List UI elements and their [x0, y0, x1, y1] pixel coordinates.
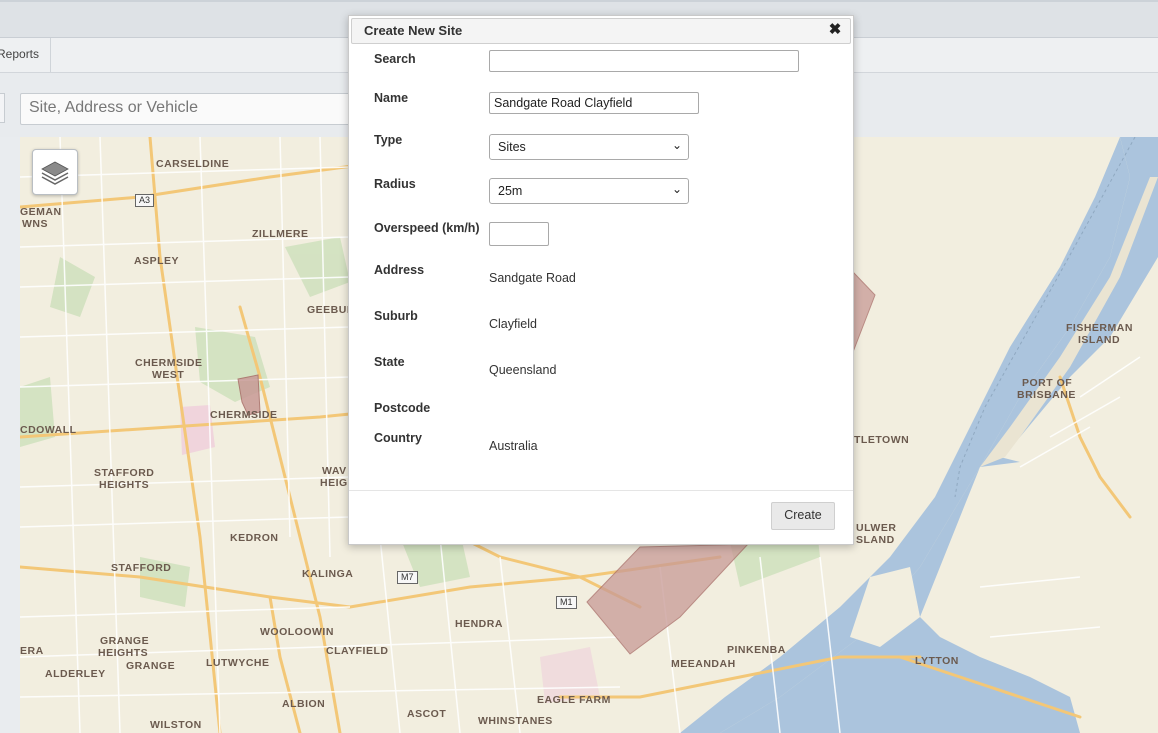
- road-shield-a3: A3: [135, 194, 155, 207]
- map-label-ascot: ASCOT: [407, 708, 447, 720]
- map-label-clayfield: CLAYFIELD: [326, 645, 389, 657]
- road-shield-m1: M1: [556, 596, 577, 609]
- map-label-wavell-2: HEIG: [320, 477, 348, 489]
- map-label-port-of-brisbane-2: BRISBANE: [1017, 389, 1076, 401]
- radius-label: Radius: [374, 177, 416, 191]
- map-label-grange-heights-1: GRANGE: [100, 635, 150, 647]
- map-label-mcdowall: CDOWALL: [20, 424, 77, 436]
- name-label: Name: [374, 91, 409, 105]
- map-label-geman-1: GEMAN: [20, 206, 62, 218]
- panel-left-edge: [0, 93, 5, 123]
- map-label-era: ERA: [20, 645, 44, 657]
- address-value: Sandgate Road: [489, 271, 576, 285]
- state-value: Queensland: [489, 363, 557, 377]
- map-label-stafford: STAFFORD: [111, 562, 172, 574]
- map-label-chermside-west-1: CHERMSIDE: [135, 357, 203, 369]
- map-label-lutwyche: LUTWYCHE: [206, 657, 270, 669]
- map-label-fisherman-island-2: ISLAND: [1078, 334, 1121, 346]
- map-label-carseldine: CARSELDINE: [156, 158, 230, 170]
- dialog-header[interactable]: Create New Site ✖: [351, 18, 851, 44]
- map-label-fisherman-island-1: FISHERMAN: [1066, 322, 1133, 334]
- name-field[interactable]: [489, 92, 699, 114]
- map-label-wilston: WILSTON: [150, 719, 202, 731]
- tab-reports-label: Reports: [0, 47, 40, 61]
- country-value: Australia: [489, 439, 538, 453]
- map-label-whinstanes: WHINSTANES: [478, 715, 553, 727]
- map-label-aspley: ASPLEY: [134, 255, 180, 267]
- map-label-chermside-west-2: WEST: [152, 369, 185, 381]
- type-label: Type: [374, 133, 403, 147]
- map-label-kalinga: KALINGA: [302, 568, 354, 580]
- map-label-port-of-brisbane-1: PORT OF: [1022, 377, 1073, 389]
- type-select-value: Sites: [498, 140, 526, 154]
- map-label-lytton: LYTTON: [915, 655, 959, 667]
- map-label-stafford-heights-1: STAFFORD: [94, 467, 155, 479]
- search-label: Search: [374, 52, 416, 66]
- map-label-eagle-farm: EAGLE FARM: [537, 694, 611, 706]
- map-label-zillmere: ZILLMERE: [252, 228, 309, 240]
- suburb-label: Suburb: [374, 309, 418, 323]
- chevron-down-icon: ⌄: [671, 182, 682, 196]
- map-label-grange: GRANGE: [126, 660, 176, 672]
- suburb-value: Clayfield: [489, 317, 537, 331]
- state-label: State: [374, 355, 405, 369]
- map-layers-button[interactable]: [32, 149, 78, 195]
- postcode-label: Postcode: [374, 401, 431, 415]
- overspeed-field[interactable]: [489, 222, 549, 246]
- top-bar-edge: [0, 0, 1158, 2]
- close-icon[interactable]: ✖: [828, 22, 842, 37]
- map-label-pinkenba: PINKENBA: [727, 644, 786, 656]
- map-label-myrtletown: TLETOWN: [854, 434, 910, 446]
- type-select[interactable]: Sites ⌄: [489, 134, 689, 160]
- map-label-bulwer-island-2: SLAND: [856, 534, 895, 546]
- dialog-title: Create New Site: [364, 23, 463, 38]
- tab-reports[interactable]: Reports: [0, 38, 51, 72]
- layers-icon: [41, 161, 69, 185]
- map-label-alderley: ALDERLEY: [45, 668, 106, 680]
- create-site-dialog: Create New Site ✖ Search Name Type Sites…: [348, 15, 854, 545]
- radius-select[interactable]: 25m ⌄: [489, 178, 689, 204]
- site-search-field[interactable]: [489, 50, 799, 72]
- address-label: Address: [374, 263, 425, 277]
- radius-select-value: 25m: [498, 184, 523, 198]
- chevron-down-icon: ⌄: [671, 138, 682, 152]
- road-shield-m7: M7: [397, 571, 418, 584]
- map-label-albion: ALBION: [282, 698, 326, 710]
- map-label-hendra: HENDRA: [455, 618, 503, 630]
- map-label-kedron: KEDRON: [230, 532, 279, 544]
- create-button[interactable]: Create: [771, 502, 835, 530]
- map-label-wooloowin: WOOLOOWIN: [260, 626, 334, 638]
- overspeed-label: Overspeed (km/h): [374, 221, 480, 235]
- map-label-grange-heights-2: HEIGHTS: [98, 647, 149, 659]
- map-label-geman-2: WNS: [22, 218, 48, 230]
- country-label: Country: [374, 431, 422, 445]
- map-label-chermside: CHERMSIDE: [210, 409, 278, 421]
- dialog-footer-divider: [349, 490, 853, 491]
- map-label-wavell-1: WAV: [322, 465, 347, 477]
- map-label-meeandah: MEEANDAH: [671, 658, 736, 670]
- map-label-stafford-heights-2: HEIGHTS: [99, 479, 150, 491]
- map-label-bulwer-island-1: ULWER: [856, 522, 897, 534]
